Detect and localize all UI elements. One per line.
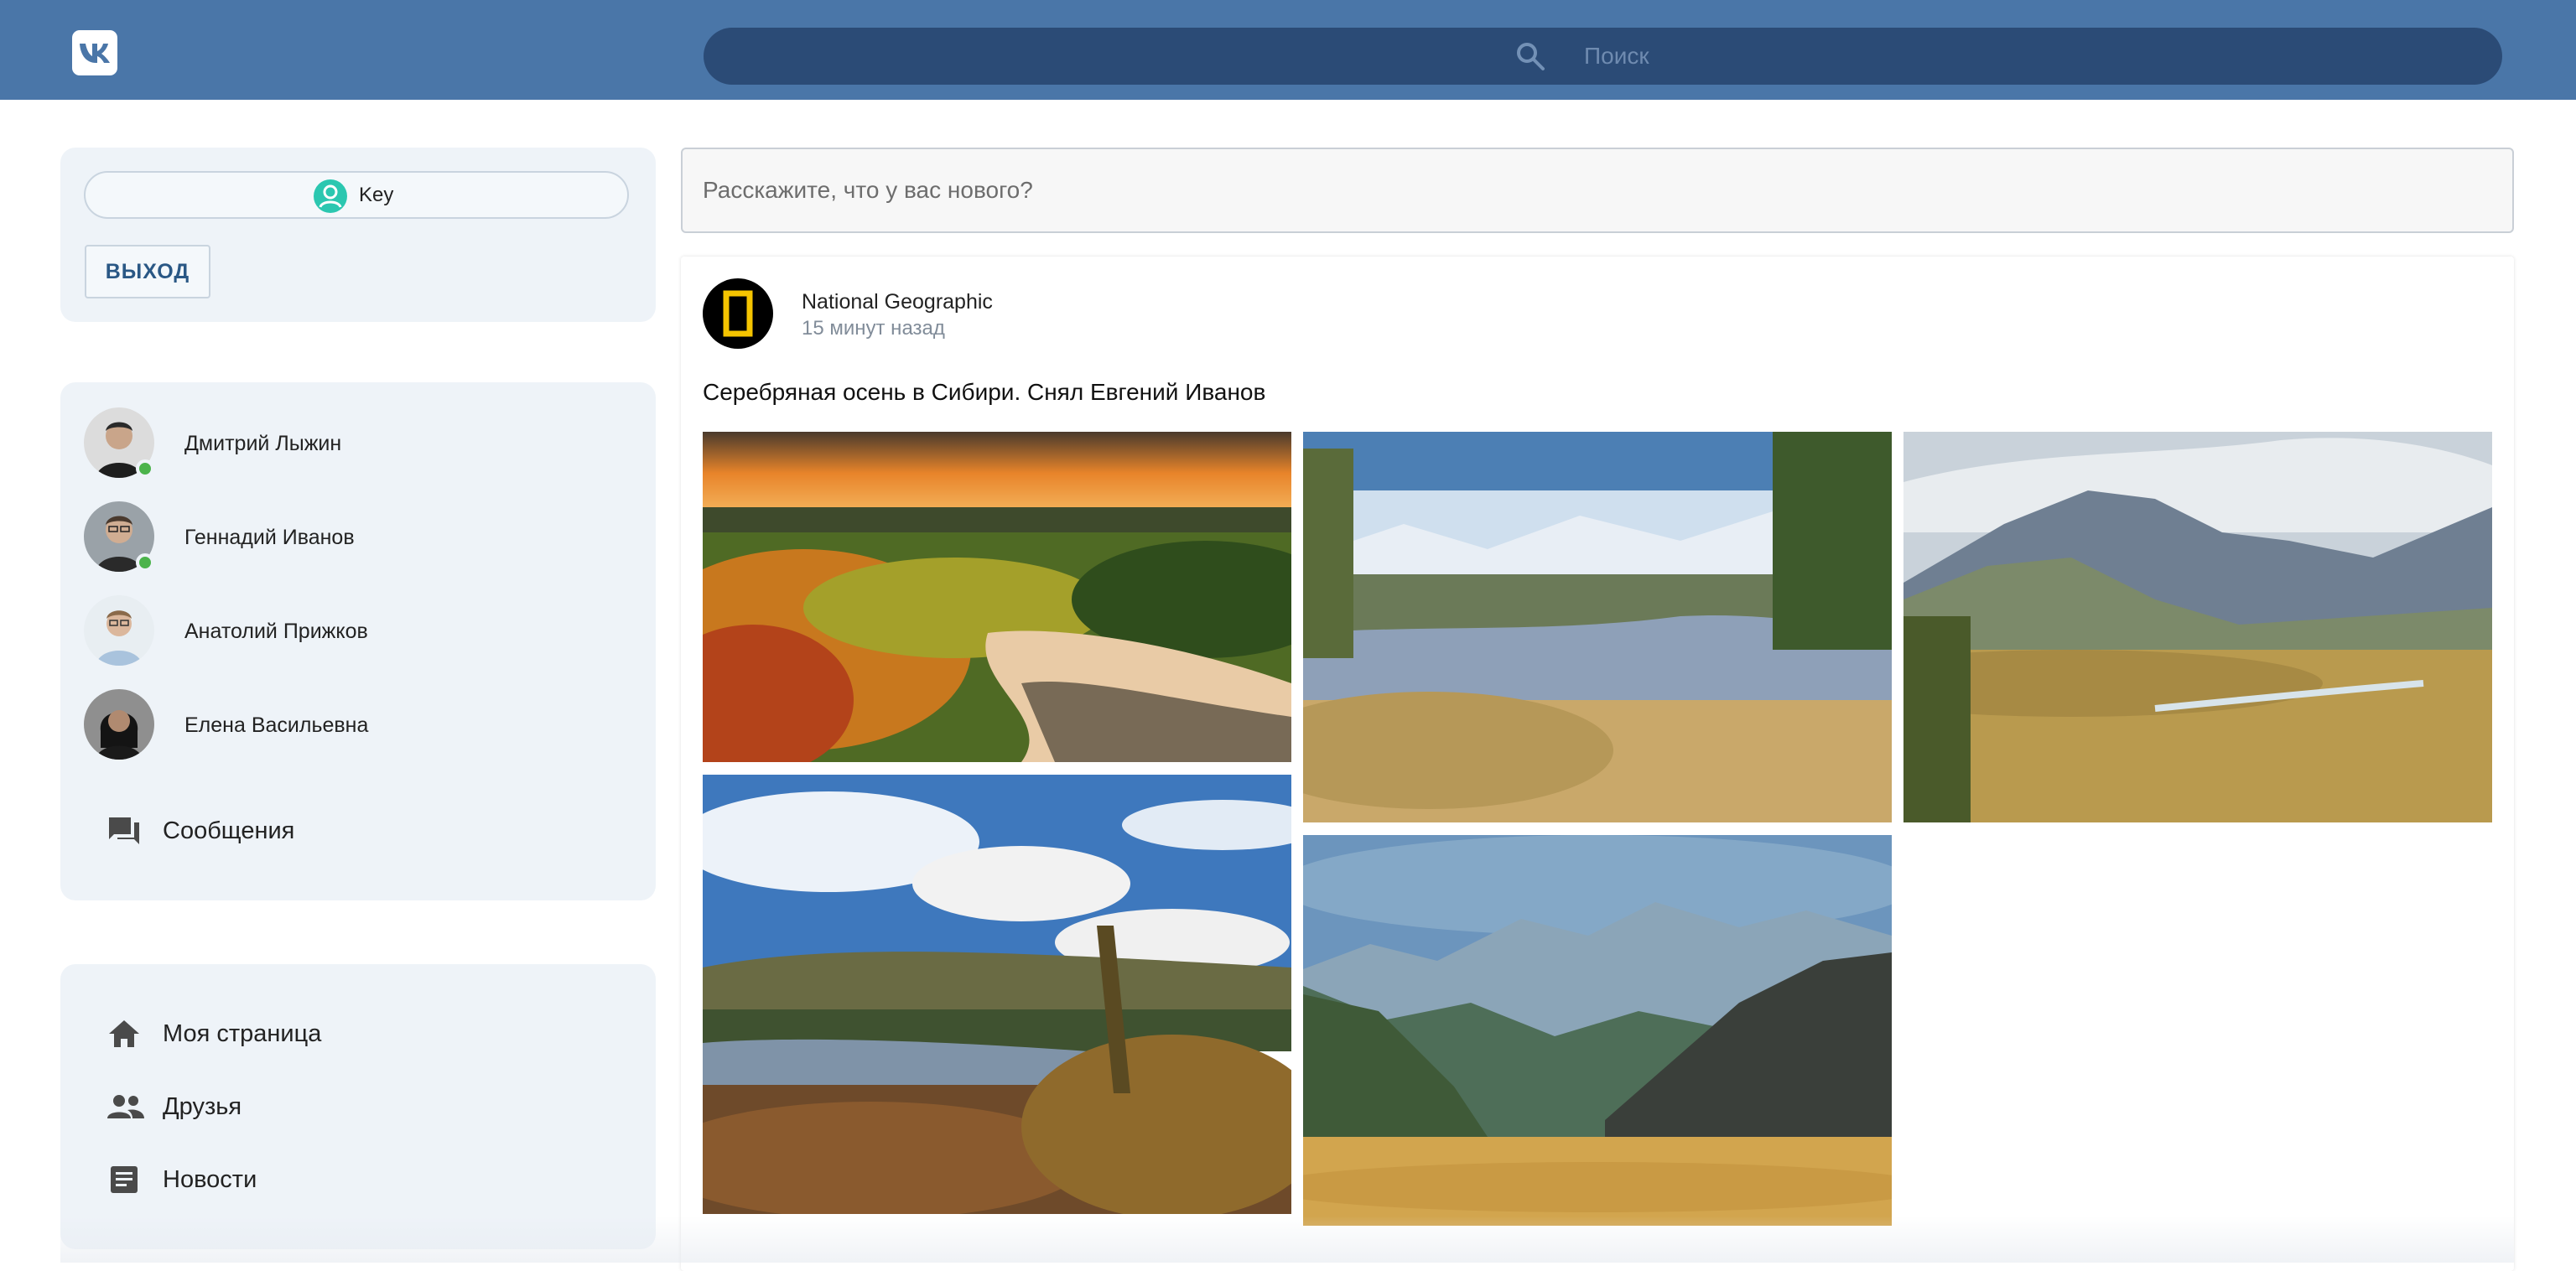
top-header: Поиск xyxy=(0,0,2576,100)
nav-item-news[interactable]: Новости xyxy=(107,1159,527,1201)
user-chip[interactable]: Key xyxy=(84,171,629,219)
nav-item-my-page[interactable]: Моя страница xyxy=(107,1013,527,1055)
friend-name: Елена Васильевна xyxy=(184,713,369,737)
vk-logo-icon[interactable] xyxy=(72,30,117,75)
post-author[interactable]: National Geographic xyxy=(802,290,993,314)
avatar xyxy=(84,689,154,760)
friends-icon xyxy=(107,1095,144,1118)
username: Key xyxy=(359,184,394,206)
nat-geo-logo-icon[interactable] xyxy=(703,278,773,349)
messages-label: Сообщения xyxy=(163,817,295,844)
nav-item-friends[interactable]: Друзья xyxy=(107,1086,527,1128)
post-photo[interactable] xyxy=(703,775,1291,1214)
user-avatar-icon xyxy=(314,179,347,213)
post-photo[interactable] xyxy=(1303,835,1892,1226)
nav-label: Новости xyxy=(163,1166,257,1193)
logout-button[interactable]: ВЫХОД xyxy=(85,245,210,298)
chat-icon xyxy=(109,817,139,844)
news-post: National Geographic 15 минут назад Сереб… xyxy=(681,257,2514,1271)
avatar xyxy=(84,595,154,666)
post-timestamp: 15 минут назад xyxy=(802,317,945,340)
friend-name: Анатолий Прижков xyxy=(184,620,368,643)
nav-label: Друзья xyxy=(163,1093,242,1120)
friend-item[interactable]: Елена Васильевна xyxy=(84,689,621,761)
friend-name: Геннадий Иванов xyxy=(184,526,355,549)
composer-input[interactable]: Расскажите, что у вас нового? xyxy=(703,149,1033,231)
post-text: Серебряная осень в Сибири. Снял Евгений … xyxy=(703,379,1266,405)
friend-name: Дмитрий Лыжин xyxy=(184,432,342,455)
friend-item[interactable]: Дмитрий Лыжин xyxy=(84,407,621,480)
home-icon xyxy=(109,1020,139,1047)
online-indicator xyxy=(136,553,154,572)
search-bar[interactable]: Поиск xyxy=(704,28,2502,85)
post-composer[interactable]: Расскажите, что у вас нового? xyxy=(681,148,2514,233)
online-indicator xyxy=(136,459,154,478)
nav-label: Моя страница xyxy=(163,1020,322,1047)
post-photo[interactable] xyxy=(1303,432,1892,822)
search-input[interactable]: Поиск xyxy=(1584,28,1649,85)
news-icon xyxy=(111,1166,138,1193)
friend-item[interactable]: Геннадий Иванов xyxy=(84,501,621,573)
friend-item[interactable]: Анатолий Прижков xyxy=(84,595,621,667)
scroll-fade xyxy=(60,1216,2514,1263)
messages-link[interactable]: Сообщения xyxy=(107,810,443,852)
post-photo[interactable] xyxy=(1903,432,2492,822)
post-photo[interactable] xyxy=(703,432,1291,762)
search-icon xyxy=(1517,43,1545,70)
